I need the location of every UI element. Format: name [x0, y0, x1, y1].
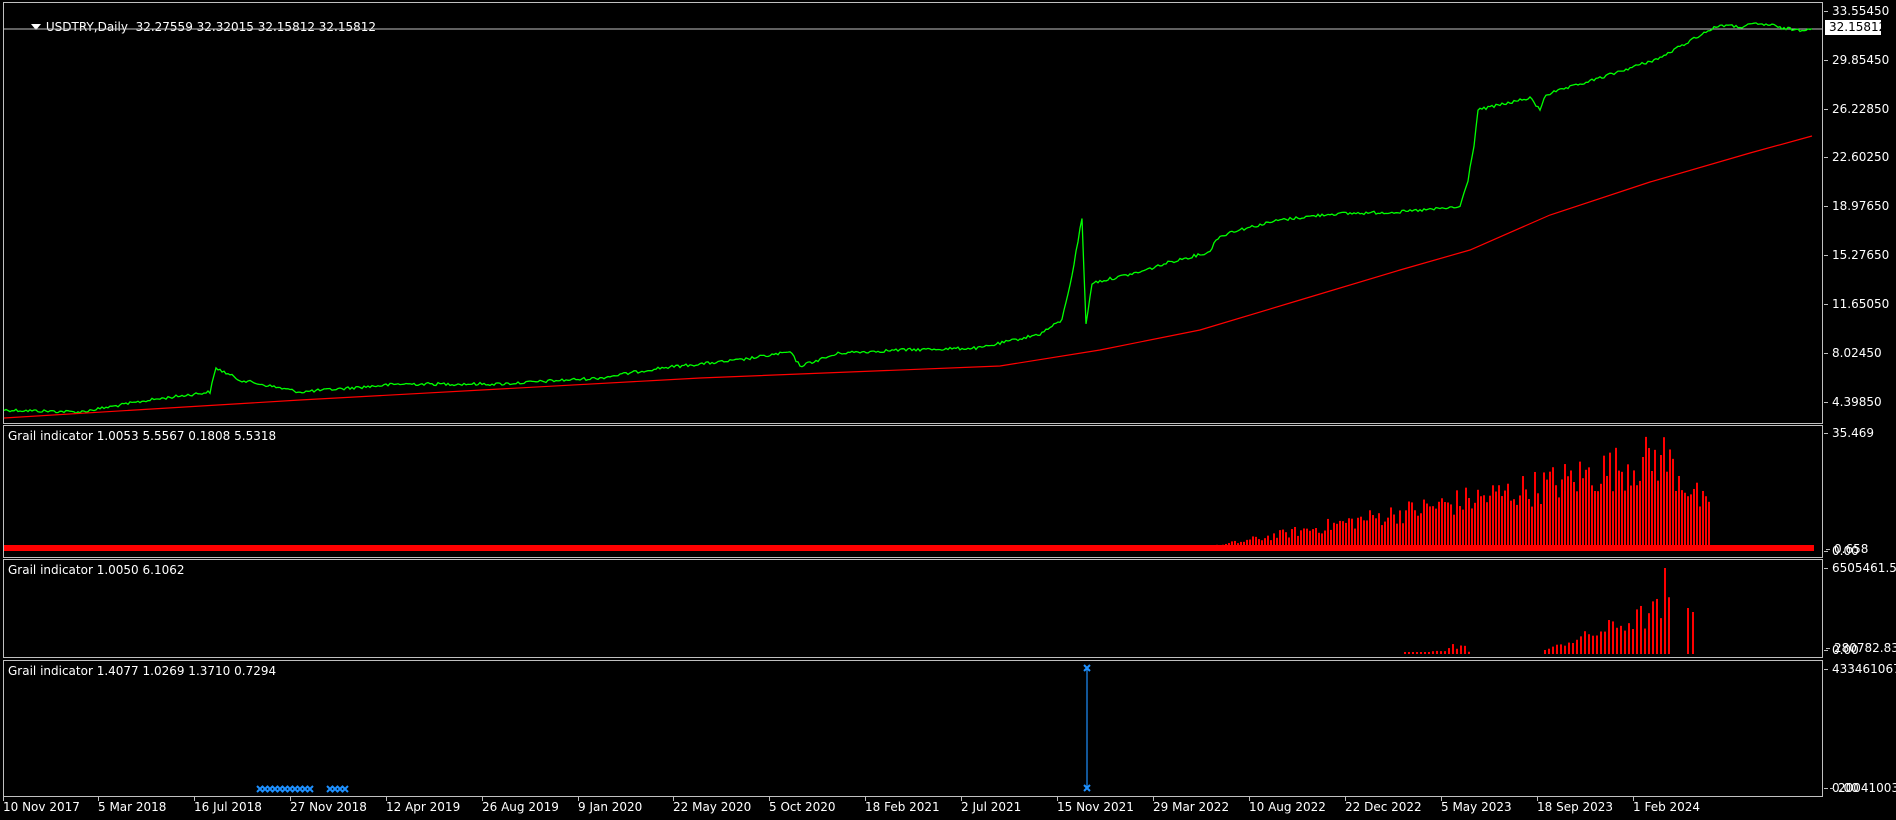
plot-layer	[3, 22, 1823, 793]
indicator-2-y-axis[interactable]: 6505461.53 280782.834 0.00	[1824, 559, 1896, 658]
x-tick: 18 Sep 2023	[1537, 797, 1614, 814]
indicator-3-y-axis[interactable]: 4334610670 0.00 200410031	[1823, 660, 1896, 797]
y-tick: 15.27650	[1823, 248, 1890, 262]
x-tick: 5 Oct 2020	[769, 797, 836, 814]
x-tick: 5 May 2023	[1441, 797, 1512, 814]
x-tick: 10 Aug 2022	[1249, 797, 1326, 814]
x-tick: 12 Apr 2019	[386, 797, 461, 814]
time-x-axis[interactable]: 10 Nov 2017 5 Mar 2018 16 Jul 2018 27 No…	[0, 797, 1896, 820]
price-series-line	[3, 22, 1813, 415]
y-tick: 35.469	[1824, 426, 1874, 440]
moving-average-line	[3, 135, 1813, 419]
y-tick: 29.85450	[1823, 53, 1890, 67]
y-tick: 8.02450	[1824, 346, 1882, 360]
x-tick: 9 Jan 2020	[578, 797, 643, 814]
chart-window[interactable]: USDTRY,Daily 32.27559 32.32015 32.15812 …	[0, 0, 1896, 820]
y-tick: 11.65050	[1823, 297, 1890, 311]
x-tick: 15 Nov 2021	[1057, 797, 1134, 814]
price-y-axis[interactable]: 33.55450 29.85450 26.22850 22.60250 18.9…	[1823, 2, 1896, 424]
y-tick: 0.00	[1824, 544, 1859, 558]
y-tick: 4.39850	[1824, 395, 1882, 409]
y-tick: 33.55450	[1823, 4, 1890, 18]
y-tick: 22.60250	[1823, 150, 1890, 164]
x-tick: 22 Dec 2022	[1345, 797, 1422, 814]
indicator-1-y-axis[interactable]: 35.469 0.658 0.00	[1824, 425, 1896, 558]
x-tick: 22 May 2020	[673, 797, 752, 814]
x-tick: 26 Aug 2019	[482, 797, 559, 814]
x-tick: 18 Feb 2021	[865, 797, 940, 814]
x-tick: 2 Jul 2021	[961, 797, 1022, 814]
x-tick: 1 Feb 2024	[1633, 797, 1701, 814]
y-tick: 200410031	[1830, 781, 1896, 795]
histogram-baseline-band	[4, 545, 1814, 551]
y-tick: 18.97650	[1823, 199, 1890, 213]
x-tick: 29 Mar 2022	[1153, 797, 1230, 814]
x-tick: 16 Jul 2018	[194, 797, 262, 814]
y-tick: 0.00	[1824, 643, 1859, 657]
y-tick: 6505461.53	[1824, 561, 1896, 575]
x-tick: 10 Nov 2017	[3, 797, 80, 814]
x-tick: 27 Nov 2018	[290, 797, 367, 814]
signal-cross-marker	[341, 785, 349, 793]
signal-cross-marker	[306, 785, 314, 793]
y-tick: 4334610670	[1823, 662, 1896, 676]
current-price-label: 32.15812	[1825, 20, 1886, 35]
y-tick: 26.22850	[1823, 102, 1890, 116]
x-tick: 5 Mar 2018	[98, 797, 167, 814]
